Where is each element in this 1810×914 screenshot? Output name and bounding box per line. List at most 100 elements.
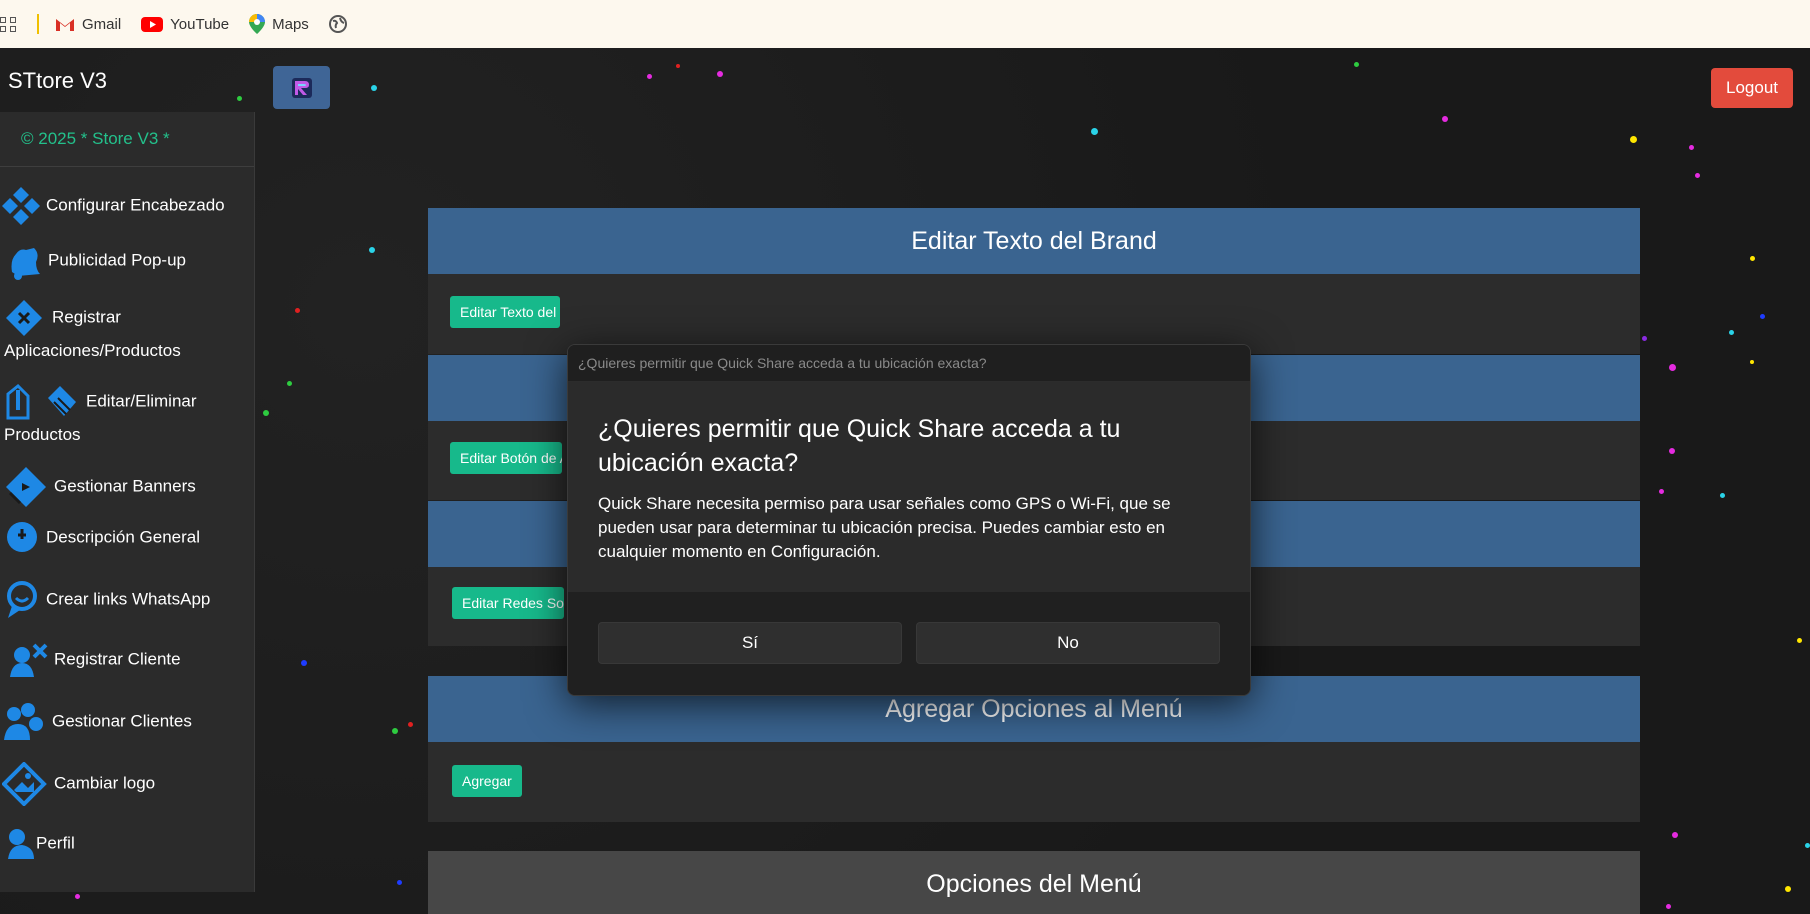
sidebar-item-registrar-aplicaciones[interactable]: Registrar Aplicaciones/Productos [0,298,244,363]
particle-dot [371,85,377,91]
edit-social-button[interactable]: Editar Redes Sociales [452,587,564,619]
particle-dot [295,308,300,313]
bookmark-label: YouTube [170,15,230,33]
particle-dot [301,660,307,666]
particle-dot [1760,314,1765,319]
particle-dot [397,880,402,885]
main-stage: STtore V3 Logout © 2025 * Store V3 * Con… [0,48,1810,914]
particle-dot [1750,360,1754,364]
sidebar-item-registrar-cliente[interactable]: Registrar Cliente [0,641,262,679]
globe-icon [328,15,347,33]
particle-dot [287,381,292,386]
logo-icon [291,77,312,98]
bookmark-globe[interactable] [328,15,354,33]
particle-dot [1729,330,1734,335]
apps-grid-icon[interactable] [0,16,17,32]
bell-icon [11,248,40,280]
edit-action-button[interactable]: Editar Botón de Acción [450,442,562,474]
particle-dot [1669,364,1676,371]
dialog-no-button[interactable]: No [916,622,1220,664]
particle-dot [1695,173,1700,178]
sidebar-item-descripcion-general[interactable]: Descripción General [0,521,260,555]
edit-delete-icon [6,383,76,420]
particle-dot [1091,128,1098,135]
layers-icon [2,187,40,225]
bookmark-label: Maps [272,15,309,33]
add-user-icon [10,643,48,677]
dialog-body: ¿Quieres permitir que Quick Share acceda… [568,382,1250,592]
bookmark-maps[interactable]: Maps [249,14,309,34]
sidebar-copyright: © 2025 * Store V3 * [0,112,254,167]
dialog-yes-button[interactable]: Sí [598,622,902,664]
particle-dot [1666,904,1671,909]
sidebar-item-label: Gestionar Banners [54,476,196,496]
gmail-icon [56,18,74,31]
sidebar-item-label: Cambiar logo [54,773,156,793]
youtube-icon [141,16,164,32]
bookmark-label: Gmail [82,15,122,33]
register-product-icon [6,300,42,336]
logo-button[interactable] [273,66,330,109]
particle-dot [392,728,398,734]
sidebar-item-cambiar-logo[interactable]: Cambiar logo [0,762,256,806]
bookmarks-bar: Gmail YouTube Maps [0,0,1810,49]
particle-dot [1672,832,1678,838]
sidebar-item-label: Perfil [36,833,75,853]
particle-dot [1720,493,1725,498]
maps-icon [249,14,266,34]
particle-dot [1797,638,1802,643]
location-permission-dialog: ¿Quieres permitir que Quick Share acceda… [567,344,1251,696]
brand-title[interactable]: STtore V3 [8,68,107,94]
particle-dot [1669,448,1675,454]
particle-dot [408,722,413,727]
panel-title: Opciones del Menú [428,851,1640,914]
particle-dot [1659,489,1664,494]
particle-dot [717,71,723,77]
image-icon [2,762,47,806]
sidebar-item-editar-eliminar[interactable]: Editar/Eliminar Productos [0,382,234,447]
banner-icon [6,467,46,507]
particle-dot [647,74,652,79]
panel-agregar-opciones-menu: Agregar Opciones al Menú Agregar [428,676,1640,822]
particle-dot [263,410,269,416]
particle-dot [1354,62,1359,67]
profile-icon [8,829,34,859]
dialog-footer: Sí No [568,592,1250,695]
dialog-message: Quick Share necesita permiso para usar s… [598,494,1171,561]
add-menu-option-button[interactable]: Agregar [452,765,522,797]
description-icon [7,522,37,552]
particle-dot [237,96,242,101]
particle-dot [1805,843,1810,848]
particle-dot [1442,116,1448,122]
sidebar-item-crear-links-whatsapp[interactable]: Crear links WhatsApp [0,580,260,620]
particle-dot [75,894,80,899]
bookmarks-separator [37,14,39,34]
dialog-titlebar: ¿Quieres permitir que Quick Share acceda… [568,345,1250,382]
sidebar-item-label: Crear links WhatsApp [46,589,211,609]
logout-button[interactable]: Logout [1711,68,1793,108]
particle-dot [369,247,375,253]
sidebar-item-publicidad-popup[interactable]: Publicidad Pop-up [0,242,260,280]
bookmark-youtube[interactable]: YouTube [141,16,229,33]
sidebar-item-label: Configurar Encabezado [46,195,225,215]
particle-dot [1785,886,1791,892]
panel-opciones-menu: Opciones del Menú [428,851,1640,914]
sidebar-item-label: Publicidad Pop-up [48,250,186,270]
bookmark-gmail[interactable]: Gmail [55,16,121,33]
sidebar-item-perfil[interactable]: Perfil [0,827,260,861]
sidebar-item-label: Gestionar Clientes [52,711,192,731]
dialog-heading: ¿Quieres permitir que Quick Share acceda… [598,415,1121,477]
sidebar-item-configurar-encabezado[interactable]: Configurar Encabezado [0,185,254,227]
edit-brand-text-button[interactable]: Editar Texto del Brand [450,296,560,328]
particle-dot [1630,136,1637,143]
panel-editar-texto-brand: Editar Texto del Brand Editar Texto del … [428,208,1640,354]
particle-dot [1689,145,1694,150]
sidebar-item-gestionar-clientes[interactable]: Gestionar Clientes [0,702,256,742]
panel-title: Editar Texto del Brand [428,208,1640,274]
sidebar: © 2025 * Store V3 * Configurar Encabezad… [0,112,255,892]
particle-dot [1642,336,1647,341]
sidebar-item-label: Descripción General [46,527,201,547]
sidebar-item-gestionar-banners[interactable]: Gestionar Banners [0,465,258,509]
sidebar-item-label: Registrar Cliente [54,649,181,669]
whatsapp-icon [7,581,37,618]
